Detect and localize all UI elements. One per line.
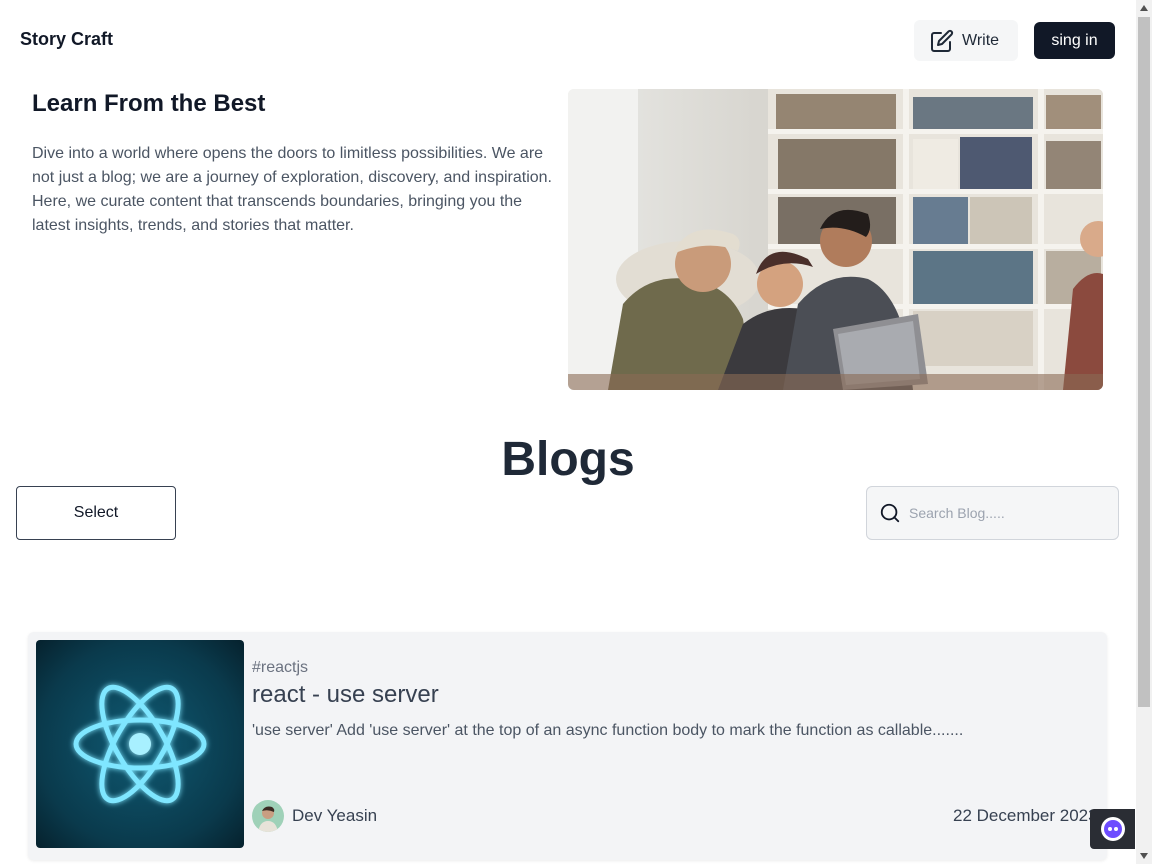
blogs-heading: Blogs: [501, 433, 635, 486]
scroll-up-arrow-icon[interactable]: [1136, 0, 1152, 16]
post-author: Dev Yeasin: [292, 806, 378, 825]
post-title[interactable]: react - use server: [252, 681, 439, 709]
post-date: 22 December 2023: [953, 806, 1098, 825]
write-label: Write: [962, 31, 1000, 49]
scrollbar-thumb[interactable]: [1138, 17, 1150, 707]
hero-description: Dive into a world where opens the doors …: [32, 145, 552, 234]
chat-widget-button[interactable]: [1090, 809, 1135, 849]
author-avatar: [252, 800, 284, 832]
hero-title: Learn From the Best: [32, 90, 266, 117]
post-tag[interactable]: #reactjs: [252, 659, 308, 677]
hero-image: [568, 89, 1103, 390]
category-select[interactable]: Select: [16, 486, 176, 540]
search-input[interactable]: [907, 504, 1101, 522]
write-button[interactable]: Write: [914, 20, 1018, 61]
search-icon: [879, 502, 901, 524]
brand-logo[interactable]: Story Craft: [20, 29, 113, 50]
edit-icon: [930, 29, 954, 53]
post-excerpt: 'use server' Add 'use server' at the top…: [252, 722, 964, 739]
signin-button[interactable]: sing in: [1034, 22, 1115, 59]
search-box[interactable]: [866, 486, 1119, 540]
blog-card-image[interactable]: [36, 640, 244, 848]
chat-bot-icon: [1100, 816, 1126, 842]
scroll-down-arrow-icon[interactable]: [1136, 848, 1152, 864]
